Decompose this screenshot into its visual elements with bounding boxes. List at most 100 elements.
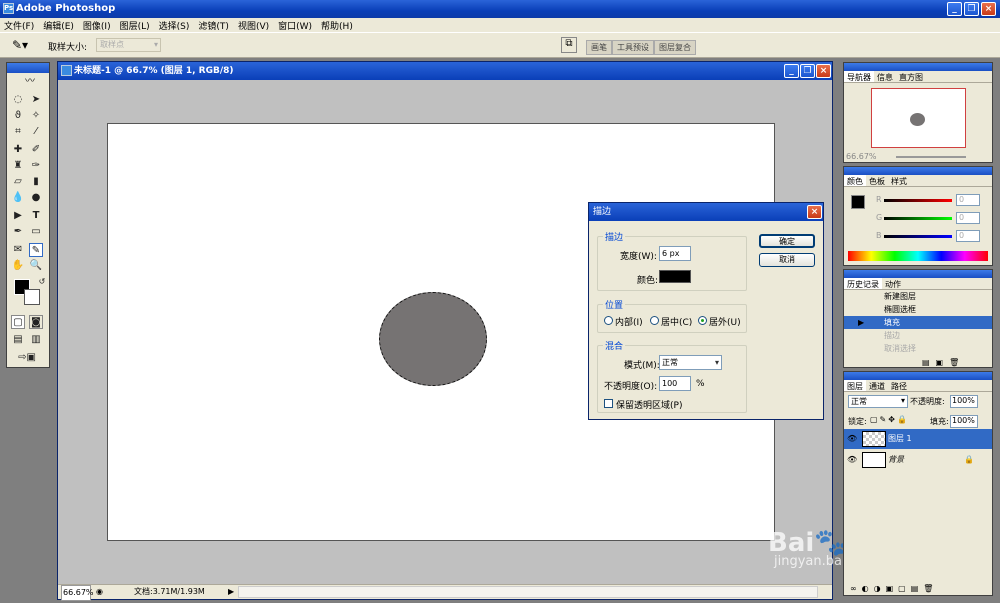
menu-window[interactable]: 窗口(W) xyxy=(278,19,312,32)
clone-stamp-icon[interactable]: ♜ xyxy=(11,159,25,173)
status-menu-arrow-icon[interactable]: ▶ xyxy=(228,585,234,599)
tab-histogram[interactable]: 直方图 xyxy=(896,71,926,82)
tab-navigator[interactable]: 导航器 xyxy=(844,71,874,82)
blur-tool-icon[interactable]: 💧 xyxy=(11,191,25,205)
sample-size-select[interactable]: 取样点 ▾ xyxy=(96,38,161,52)
menu-filter[interactable]: 滤镜(T) xyxy=(198,19,229,32)
tab-paths[interactable]: 路径 xyxy=(888,380,910,391)
history-state-marker-icon[interactable]: ▶ xyxy=(858,318,864,327)
palette-well-icon[interactable]: ⧉ xyxy=(561,37,577,53)
layer-row[interactable]: 👁 背景 🔒 xyxy=(844,450,992,470)
menu-file[interactable]: 文件(F) xyxy=(4,19,34,32)
tab-styles[interactable]: 样式 xyxy=(888,175,910,186)
crop-tool-icon[interactable]: ⌗ xyxy=(11,125,25,139)
type-tool-icon[interactable]: T xyxy=(29,209,43,223)
shape-tool-icon[interactable]: ▭ xyxy=(29,225,43,239)
zoom-field[interactable]: 66.67% xyxy=(61,585,94,601)
radio-center[interactable] xyxy=(650,316,659,325)
lock-icons[interactable]: ▢✎✥🔒 xyxy=(870,415,909,424)
layer-blend-mode-select[interactable]: 正常 ▾ xyxy=(848,395,908,408)
tab-actions[interactable]: 动作 xyxy=(882,278,904,289)
tab-swatches[interactable]: 色板 xyxy=(866,175,888,186)
status-icon[interactable]: ◉ xyxy=(96,585,106,599)
history-item-active[interactable]: 填充 xyxy=(844,316,992,329)
eyedropper-tool-icon[interactable]: ✎ xyxy=(29,243,43,257)
path-select-icon[interactable]: ▶ xyxy=(11,209,25,223)
layer-opacity-input[interactable]: 100% xyxy=(950,395,978,408)
color-spectrum-bar[interactable] xyxy=(848,251,988,261)
doc-restore-button[interactable]: ❐ xyxy=(800,64,815,78)
g-value[interactable]: 0 xyxy=(956,212,980,224)
eye-icon[interactable]: 👁 xyxy=(847,450,857,470)
close-button[interactable]: × xyxy=(981,2,996,16)
r-value[interactable]: 0 xyxy=(956,194,980,206)
blue-slider[interactable] xyxy=(884,235,952,238)
hand-tool-icon[interactable]: ✋ xyxy=(11,259,25,273)
layers-footer-icons[interactable]: ∞◐◑▣▢▤🗑 xyxy=(850,584,938,593)
color-panel-fg-swatch[interactable] xyxy=(851,195,865,209)
preserve-transparency-checkbox[interactable] xyxy=(604,399,613,408)
red-slider[interactable] xyxy=(884,199,952,202)
eyedropper-tool-icon[interactable]: ✎▾ xyxy=(12,38,28,52)
radio-outside[interactable] xyxy=(698,316,707,325)
menu-view[interactable]: 视图(V) xyxy=(238,19,269,32)
jump-to-imageready-icon[interactable]: ⇨▣ xyxy=(11,351,43,365)
feather-icon[interactable]: 〰 xyxy=(21,75,39,89)
document-title-bar[interactable]: 未标题-1 @ 66.7% (图层 1, RGB/8) _ ❐ × xyxy=(58,62,832,80)
doc-close-button[interactable]: × xyxy=(816,64,831,78)
fill-input[interactable]: 100% xyxy=(950,415,978,428)
layer-name[interactable]: 背景 xyxy=(888,455,904,464)
menu-layer[interactable]: 图层(L) xyxy=(120,19,150,32)
history-brush-icon[interactable]: ✑ xyxy=(29,159,43,173)
navigator-preview[interactable] xyxy=(871,88,966,148)
ellipse-selection[interactable] xyxy=(379,292,487,386)
opacity-input[interactable]: 100 xyxy=(659,376,691,391)
history-item[interactable]: 取消选择 xyxy=(844,342,992,355)
eraser-tool-icon[interactable]: ▱ xyxy=(11,175,25,189)
dialog-close-button[interactable]: × xyxy=(807,205,822,219)
width-input[interactable]: 6 px xyxy=(659,246,691,261)
notes-tool-icon[interactable]: ✉ xyxy=(11,243,25,257)
toolbox-header[interactable] xyxy=(7,63,49,73)
menu-image[interactable]: 图像(I) xyxy=(83,19,111,32)
history-item[interactable]: 椭圆选框 xyxy=(844,303,992,316)
brush-tool-icon[interactable]: ✐ xyxy=(29,143,43,157)
tab-history[interactable]: 历史记录 xyxy=(844,278,882,289)
cancel-button[interactable]: 取消 xyxy=(759,253,815,267)
history-footer-icons[interactable]: ▤▣🗑 xyxy=(922,358,965,367)
doc-minimize-button[interactable]: _ xyxy=(784,64,799,78)
healing-brush-icon[interactable]: ✚ xyxy=(11,143,25,157)
green-slider[interactable] xyxy=(884,217,952,220)
navigator-zoom[interactable]: 66.67% xyxy=(846,152,877,161)
tab-channels[interactable]: 通道 xyxy=(866,380,888,391)
zoom-tool-icon[interactable]: 🔍 xyxy=(29,259,43,273)
menu-select[interactable]: 选择(S) xyxy=(159,19,190,32)
navigator-header[interactable] xyxy=(844,63,992,71)
move-tool-icon[interactable]: ➤ xyxy=(29,93,43,107)
standard-mode-icon[interactable]: ▢ xyxy=(11,315,25,329)
slice-tool-icon[interactable]: ⁄ xyxy=(29,125,43,139)
tab-layer-comps[interactable]: 图层复合 xyxy=(654,40,696,55)
history-item[interactable]: 新建图层 xyxy=(844,290,992,303)
color-header[interactable] xyxy=(844,167,992,175)
tab-tool-presets[interactable]: 工具预设 xyxy=(612,40,654,55)
dodge-tool-icon[interactable]: ● xyxy=(29,191,43,205)
dialog-title-bar[interactable]: 描边 × xyxy=(589,203,823,221)
stroke-color-swatch[interactable] xyxy=(659,270,691,283)
swap-colors-icon[interactable]: ↺ xyxy=(35,275,49,289)
layers-header[interactable] xyxy=(844,372,992,380)
menu-help[interactable]: 帮助(H) xyxy=(321,19,353,32)
fullscreen-mode-icon[interactable]: ▥ xyxy=(29,333,43,347)
horizontal-scrollbar[interactable] xyxy=(238,586,818,598)
marquee-tool-icon[interactable]: ◌ xyxy=(11,93,25,107)
background-color-swatch[interactable] xyxy=(24,289,40,305)
tab-brushes[interactable]: 画笔 xyxy=(586,40,612,55)
mode-select[interactable]: 正常 ▾ xyxy=(659,355,722,370)
history-header[interactable] xyxy=(844,270,992,278)
tab-color[interactable]: 颜色 xyxy=(844,175,866,186)
ok-button[interactable]: 确定 xyxy=(759,234,815,248)
layer-row-active[interactable]: 👁 图层 1 xyxy=(844,429,992,449)
history-item[interactable]: 描边 xyxy=(844,329,992,342)
layer-name[interactable]: 图层 1 xyxy=(888,434,912,443)
navigator-zoom-slider[interactable] xyxy=(896,156,966,158)
